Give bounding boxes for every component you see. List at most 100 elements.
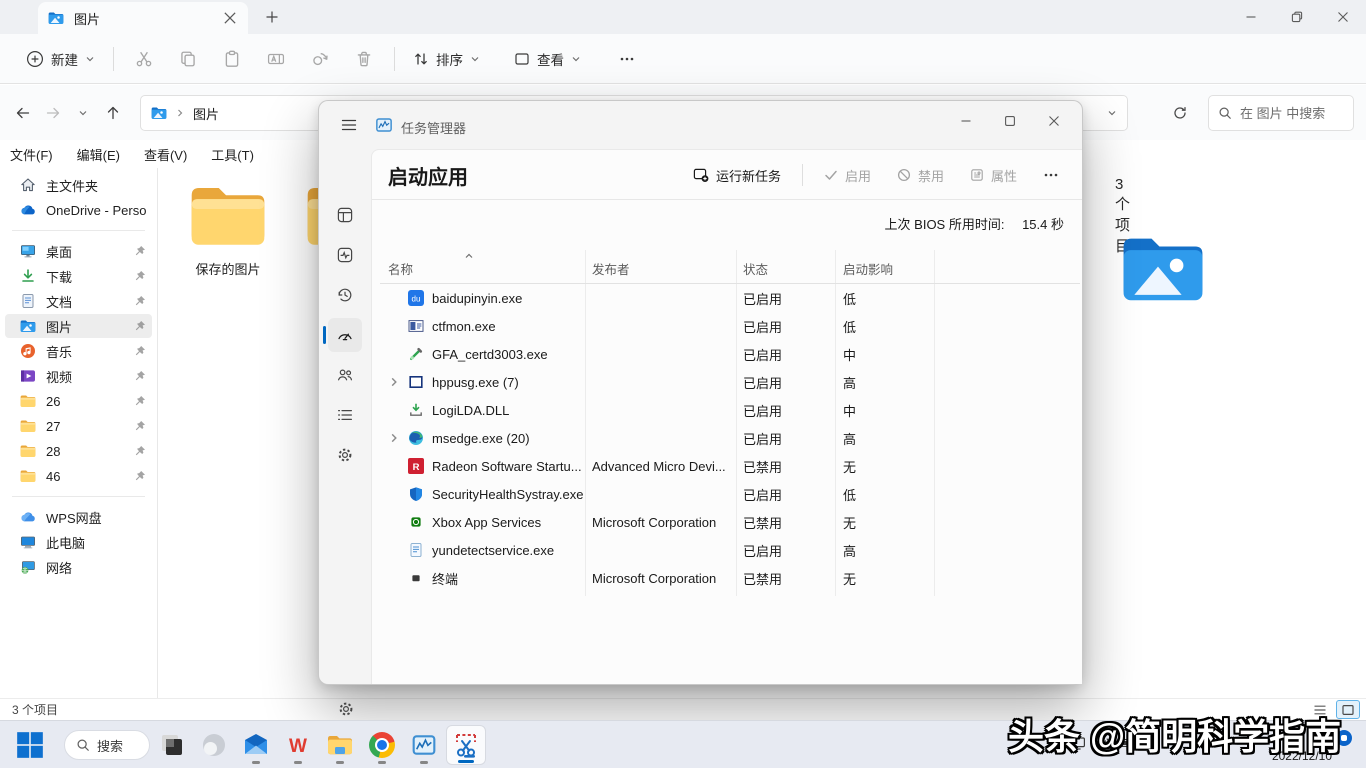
- sidebar-item-27[interactable]: 27: [5, 414, 152, 438]
- tm-rail-services[interactable]: [328, 438, 362, 472]
- cell-name: 终端: [380, 569, 585, 588]
- search-input[interactable]: [1240, 106, 1344, 121]
- expander-spacer: [388, 544, 400, 556]
- sidebar-item-26[interactable]: 26: [5, 389, 152, 413]
- startup-app-row[interactable]: GFA_certd3003.exe已启用中: [380, 340, 1080, 368]
- startup-app-row[interactable]: SecurityHealthSystray.exe已启用低: [380, 480, 1080, 508]
- tm-rail-performance[interactable]: [328, 238, 362, 272]
- sidebar-item-桌面[interactable]: 桌面: [5, 239, 152, 263]
- run-task-icon: [693, 167, 709, 183]
- sidebar-item-视频[interactable]: 视频: [5, 364, 152, 388]
- users-icon: [336, 366, 354, 384]
- sidebar-item-主文件夹[interactable]: 主文件夹: [5, 173, 152, 197]
- expand-chevron-icon[interactable]: [388, 376, 400, 388]
- startup-app-row[interactable]: 终端Microsoft Corporation已禁用无: [380, 564, 1080, 592]
- column-header-name[interactable]: 名称: [380, 259, 585, 278]
- disable-button[interactable]: 禁用: [886, 159, 955, 191]
- sidebar-item-下载[interactable]: 下载: [5, 264, 152, 288]
- startup-app-row[interactable]: hppusg.exe (7)已启用高: [380, 368, 1080, 396]
- sidebar-item-图片[interactable]: 图片: [5, 314, 152, 338]
- tm-minimize-button[interactable]: [944, 105, 988, 137]
- forward-button[interactable]: [38, 98, 68, 128]
- chevron-down-icon[interactable]: [1107, 108, 1117, 118]
- refresh-button[interactable]: [1164, 97, 1196, 129]
- taskbar-file-explorer-button[interactable]: [320, 725, 360, 765]
- sidebar-item-label: 主文件夹: [46, 176, 146, 195]
- startup-app-row[interactable]: yundetectservice.exe已启用高: [380, 536, 1080, 564]
- taskbar-task-manager-button[interactable]: [404, 725, 444, 765]
- sidebar-item-WPS网盘[interactable]: WPS网盘: [5, 505, 152, 529]
- taskbar-search[interactable]: 搜索: [64, 730, 150, 760]
- sidebar-item-28[interactable]: 28: [5, 439, 152, 463]
- breadcrumb-location[interactable]: 图片: [193, 104, 219, 123]
- more-icon: [619, 51, 635, 67]
- tm-rail-users[interactable]: [328, 358, 362, 392]
- taskbar-wps-button[interactable]: W: [278, 725, 318, 765]
- navigation-menu-button[interactable]: [333, 109, 365, 141]
- recent-locations-button[interactable]: [68, 98, 98, 128]
- sort-button[interactable]: 排序: [403, 41, 490, 77]
- sidebar-item-OneDrive - Persona[interactable]: OneDrive - Persona: [5, 198, 152, 222]
- startup-app-row[interactable]: LogiLDA.DLL已启用中: [380, 396, 1080, 424]
- tm-maximize-button[interactable]: [988, 105, 1032, 137]
- sidebar-item-46[interactable]: 46: [5, 464, 152, 488]
- tab-close-icon[interactable]: [222, 10, 238, 26]
- new-button-label: 新建: [51, 49, 78, 69]
- folder-tile-saved-pictures[interactable]: 保存的图片: [180, 182, 276, 278]
- tm-close-button[interactable]: [1032, 105, 1076, 137]
- sidebar-item-此电脑[interactable]: 此电脑: [5, 530, 152, 554]
- properties-icon: [970, 168, 984, 182]
- sidebar-item-文档[interactable]: 文档: [5, 289, 152, 313]
- explorer-tab-pictures[interactable]: 图片: [38, 2, 248, 34]
- new-button[interactable]: 新建: [16, 41, 105, 77]
- startup-app-row[interactable]: RRadeon Software Startu...Advanced Micro…: [380, 452, 1080, 480]
- start-button[interactable]: [16, 731, 44, 759]
- expand-chevron-icon[interactable]: [388, 432, 400, 444]
- tm-rail-app-history[interactable]: [328, 278, 362, 312]
- back-button[interactable]: [8, 98, 38, 128]
- cut-button[interactable]: [122, 41, 166, 77]
- cell-impact: 低: [835, 485, 934, 504]
- column-header-status[interactable]: 状态: [736, 259, 835, 278]
- enable-button[interactable]: 启用: [813, 159, 882, 191]
- properties-button[interactable]: 属性: [959, 159, 1028, 191]
- view-button[interactable]: 查看: [504, 41, 591, 77]
- column-header-publisher[interactable]: 发布者: [585, 259, 736, 278]
- startup-app-row[interactable]: msedge.exe (20)已启用高: [380, 424, 1080, 452]
- paste-button[interactable]: [210, 41, 254, 77]
- tm-settings-button[interactable]: [332, 695, 360, 723]
- delete-button[interactable]: [342, 41, 386, 77]
- startup-app-row[interactable]: ctfmon.exe已启用低: [380, 312, 1080, 340]
- app-dark-icon: [159, 732, 185, 758]
- tm-more-button[interactable]: [1032, 159, 1070, 191]
- rename-button[interactable]: [254, 41, 298, 77]
- window-close-button[interactable]: [1320, 0, 1366, 34]
- window-restore-button[interactable]: [1274, 0, 1320, 34]
- share-button[interactable]: [298, 41, 342, 77]
- tm-rail-details[interactable]: [328, 398, 362, 432]
- startup-app-row[interactable]: Xbox App ServicesMicrosoft Corporation已禁…: [380, 508, 1080, 536]
- onedrive-icon: [20, 202, 36, 218]
- sidebar-item-网络[interactable]: 网络: [5, 555, 152, 579]
- taskbar-sphere-button[interactable]: [194, 725, 234, 765]
- taskbar-mail-button[interactable]: [236, 725, 276, 765]
- run-new-task-button[interactable]: 运行新任务: [682, 159, 792, 191]
- maximize-icon: [1003, 114, 1017, 128]
- menu-item-1[interactable]: 编辑(E): [77, 145, 120, 164]
- taskbar-chrome-button[interactable]: [362, 725, 402, 765]
- up-button[interactable]: [98, 98, 128, 128]
- window-minimize-button[interactable]: [1228, 0, 1274, 34]
- taskbar-snipping-button[interactable]: [446, 725, 486, 765]
- menu-item-0[interactable]: 文件(F): [10, 145, 53, 164]
- new-tab-button[interactable]: [264, 9, 280, 25]
- taskbar-app-dark-button[interactable]: [152, 725, 192, 765]
- tm-rail-processes[interactable]: [328, 198, 362, 232]
- menu-item-2[interactable]: 查看(V): [144, 145, 187, 164]
- more-options-button[interactable]: [605, 41, 649, 77]
- tm-rail-startup-apps[interactable]: [328, 318, 362, 352]
- menu-item-3[interactable]: 工具(T): [211, 145, 254, 164]
- column-header-impact[interactable]: 启动影响: [835, 259, 934, 278]
- sidebar-item-音乐[interactable]: 音乐: [5, 339, 152, 363]
- copy-button[interactable]: [166, 41, 210, 77]
- startup-app-row[interactable]: dubaidupinyin.exe已启用低: [380, 284, 1080, 312]
